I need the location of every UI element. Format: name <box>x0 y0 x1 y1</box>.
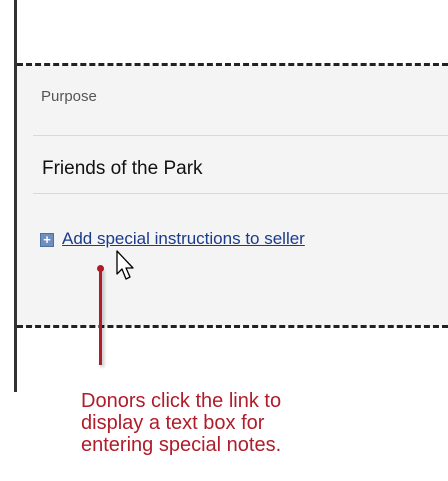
callout-line: Donors click the link to <box>81 390 282 412</box>
callout-line: entering special notes. <box>81 434 282 456</box>
add-special-instructions-link[interactable]: Add special instructions to seller <box>62 229 305 249</box>
dashed-divider-top <box>17 63 448 66</box>
callout-pointer-line <box>99 268 102 365</box>
purpose-value: Friends of the Park <box>42 158 203 179</box>
plus-box-icon[interactable]: + <box>40 233 54 247</box>
callout-line: display a text box for <box>81 412 265 434</box>
separator-line <box>33 193 448 194</box>
dashed-divider-bottom <box>17 325 448 328</box>
mouse-pointer-icon <box>116 250 134 280</box>
callout-text: Donors click the link to display a text … <box>81 390 421 456</box>
screenshot-stage: Purpose Friends of the Park + Add specia… <box>0 0 448 481</box>
separator-line <box>33 135 448 136</box>
purpose-label: Purpose <box>41 88 97 105</box>
